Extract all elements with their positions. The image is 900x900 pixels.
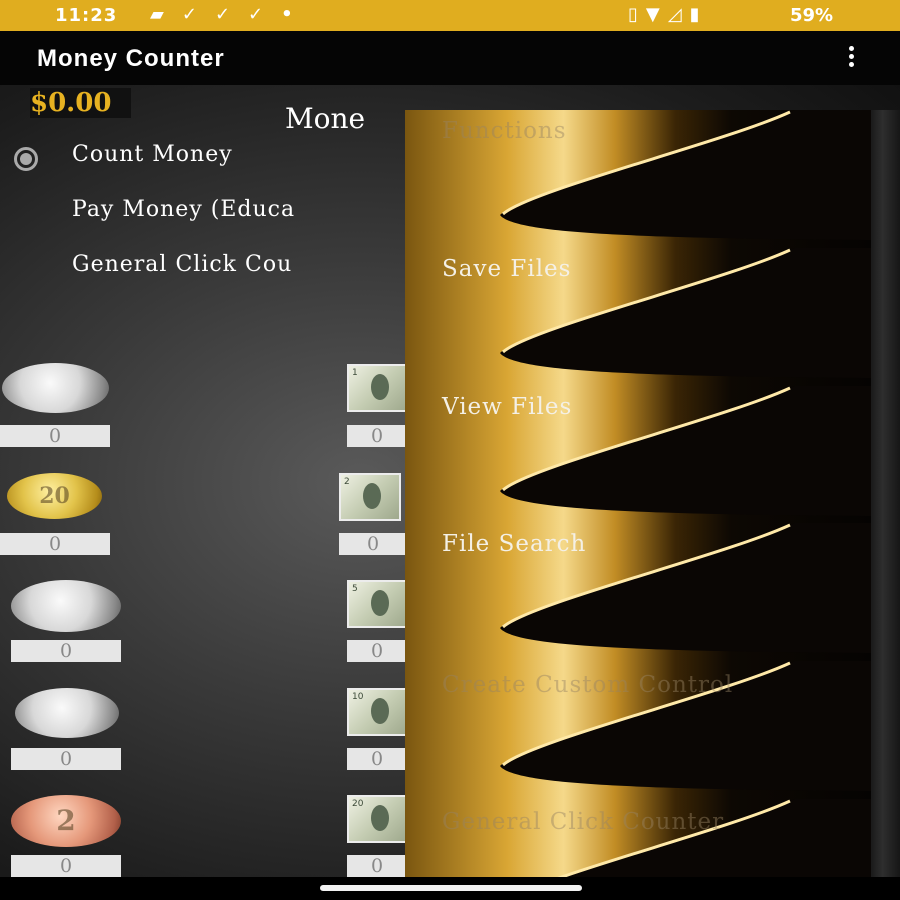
radio-label: Pay Money (Educa	[72, 197, 296, 222]
nickel-coin-icon[interactable]	[15, 688, 119, 738]
gesture-nav-bar	[0, 877, 900, 900]
ten-dollar-bill-icon[interactable]: 10	[347, 688, 409, 736]
app-title: Money Counter	[37, 45, 225, 72]
dime-coin-icon[interactable]	[11, 580, 121, 632]
total-amount: $0.00	[30, 88, 132, 118]
radio-label: General Click Cou	[72, 252, 293, 277]
battery-icon: ▮	[689, 4, 708, 25]
home-gesture-handle[interactable]	[320, 885, 582, 891]
quarter-coin-icon[interactable]	[2, 363, 109, 413]
five-dollar-count[interactable]: 0	[347, 640, 407, 662]
euro-20-cent-count[interactable]: 0	[0, 533, 110, 555]
drawer-item-view-files[interactable]: View Files	[405, 386, 871, 524]
drawer-item-label: Create Custom Control	[442, 672, 734, 698]
overflow-menu-icon[interactable]	[840, 43, 864, 73]
mode-heading: Mone	[285, 102, 366, 135]
drawer-item-label: Save Files	[442, 256, 572, 282]
wifi-icon: ▼	[645, 4, 668, 25]
one-dollar-bill-icon[interactable]: 1	[347, 364, 409, 412]
drawer-item-label: General Click Counter	[442, 809, 725, 835]
two-dollar-count[interactable]: 0	[339, 533, 407, 555]
radio-selected-icon[interactable]	[14, 147, 38, 171]
notification-icons: ▰✓✓✓•	[150, 4, 311, 25]
euro-2-cent-coin-icon[interactable]: 2	[11, 795, 121, 847]
signal-icon: ◿	[667, 4, 690, 25]
drawer-item-general-click-counter[interactable]: General Click Counter	[405, 799, 871, 877]
drawer-item-create-custom-control[interactable]: Create Custom Control	[405, 661, 871, 799]
coin-glyph: 20	[39, 483, 70, 509]
drawer-item-label: View Files	[442, 394, 573, 420]
ten-dollar-count[interactable]: 0	[347, 748, 407, 770]
dime-count[interactable]: 0	[11, 640, 121, 662]
twenty-dollar-bill-icon[interactable]: 20	[347, 795, 409, 843]
coin-glyph: 2	[56, 804, 76, 837]
drawer-scrollbar[interactable]	[871, 110, 900, 877]
vibrate-icon: ▯	[628, 4, 646, 25]
functions-drawer: Functions Save Files View Files File Sea…	[405, 110, 900, 877]
task-check-icon: ✓	[214, 4, 249, 25]
nickel-count[interactable]: 0	[11, 748, 121, 770]
drawer-item-save-files[interactable]: Save Files	[405, 248, 871, 386]
app-bar: Money Counter	[0, 31, 900, 85]
euro-2-cent-count[interactable]: 0	[11, 855, 121, 877]
drawer-item-file-search[interactable]: File Search	[405, 523, 871, 661]
drawer-item-label: File Search	[442, 531, 587, 557]
drawer-heading-tile: Functions	[405, 110, 871, 248]
two-dollar-bill-icon[interactable]: 2	[339, 473, 401, 521]
status-time: 11:23	[55, 5, 118, 26]
euro-20-cent-coin-icon[interactable]: 20	[7, 473, 102, 519]
twenty-dollar-count[interactable]: 0	[347, 855, 407, 877]
dot-icon: •	[281, 4, 311, 25]
radio-label: Count Money	[72, 142, 233, 167]
task-check-icon: ✓	[248, 4, 282, 25]
system-icons: ▯▼◿▮	[628, 4, 708, 25]
battery-percent: 59%	[790, 5, 834, 26]
one-dollar-count[interactable]: 0	[347, 425, 407, 447]
task-check-icon: ✓	[181, 4, 215, 25]
status-bar: 11:23 ▰✓✓✓• ▯▼◿▮ 59%	[0, 0, 900, 31]
quarter-count[interactable]: 0	[0, 425, 110, 447]
chat-bubble-icon: ▰	[150, 4, 182, 25]
five-dollar-bill-icon[interactable]: 5	[347, 580, 409, 628]
drawer-heading: Functions	[442, 118, 567, 144]
